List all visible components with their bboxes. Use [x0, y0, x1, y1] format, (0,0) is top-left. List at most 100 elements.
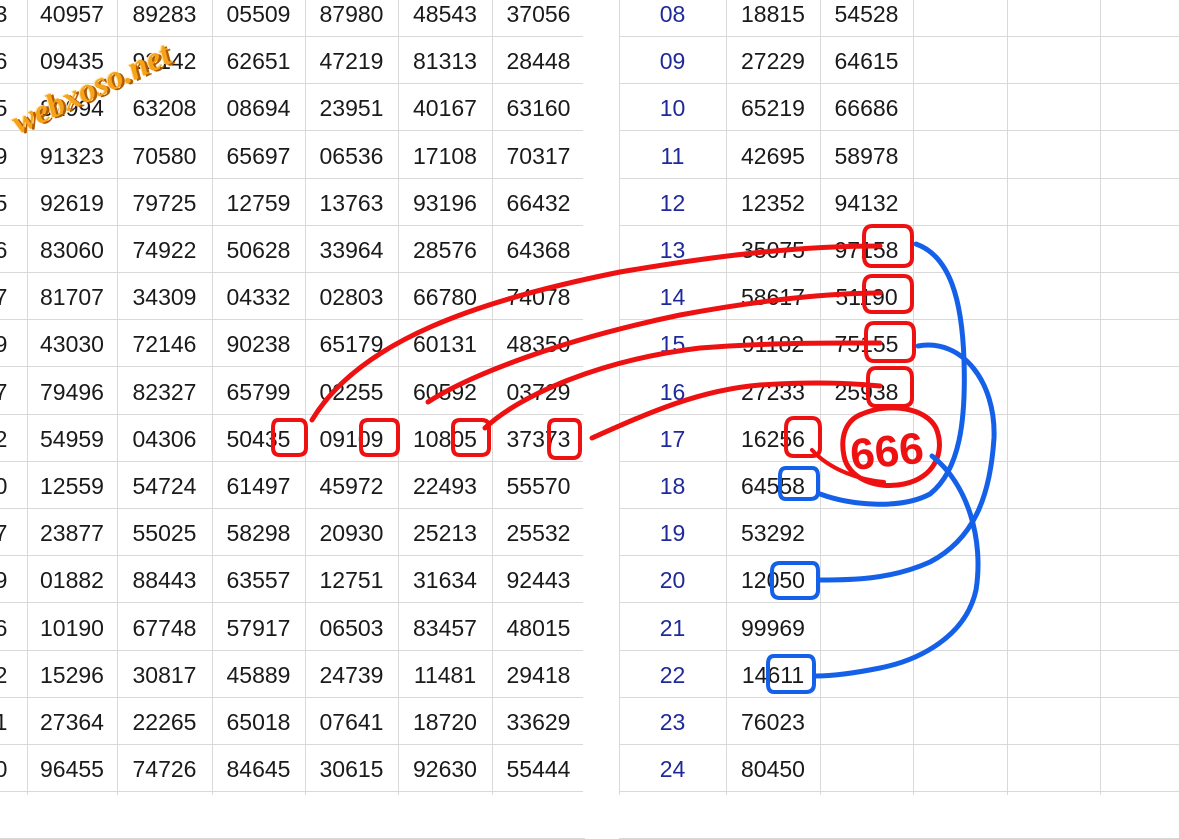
- table-cell: 12759: [226, 189, 291, 216]
- day-cell: 12: [659, 189, 686, 216]
- table-cell: 63557: [226, 567, 291, 594]
- table-cell: 66780: [413, 284, 477, 311]
- grid-line: [1100, 0, 1101, 795]
- day-cell: 17: [659, 425, 686, 452]
- table-cell: 63160: [506, 95, 571, 122]
- table-cell: 04332: [226, 284, 291, 311]
- table-cell: 60131: [413, 331, 477, 358]
- table-cell: 66432: [506, 189, 571, 216]
- table-cell: 17108: [413, 142, 477, 169]
- table-cell: 88443: [132, 567, 197, 594]
- table-cell: 50435: [226, 425, 291, 452]
- row-label: 6: [0, 614, 8, 641]
- table-cell: 92630: [413, 756, 477, 783]
- row-label: 7: [0, 284, 8, 311]
- table-cell: 02255: [319, 378, 384, 405]
- table-cell: 65799: [226, 378, 291, 405]
- table-cell: 20930: [319, 520, 384, 547]
- table-cell: 30817: [132, 661, 197, 688]
- day-cell: 13: [659, 237, 686, 264]
- table-cell: 96455: [40, 756, 104, 783]
- table-cell: 06503: [319, 614, 384, 641]
- table-cell: [820, 557, 913, 604]
- table-cell: 03729: [506, 378, 571, 405]
- table-cell: 87980: [319, 1, 384, 28]
- row-label: 6: [0, 237, 8, 264]
- table-cell: 33629: [506, 709, 571, 736]
- table-cell: 66686: [834, 95, 899, 122]
- table-cell: 92619: [40, 189, 104, 216]
- row-label: 9: [0, 567, 8, 594]
- table-cell: 65219: [741, 95, 805, 122]
- row-label: 9: [0, 331, 8, 358]
- table-cell: 33964: [319, 237, 384, 264]
- table-cell: 27229: [741, 48, 805, 75]
- row-label: 7: [0, 520, 8, 547]
- table-cell: 67748: [132, 614, 197, 641]
- table-cell: 55025: [132, 520, 197, 547]
- table-cell: 09109: [319, 425, 384, 452]
- day-cell: 14: [659, 284, 686, 311]
- table-cell: 81313: [413, 48, 477, 75]
- table-cell: 64368: [506, 237, 571, 264]
- row-label: 5: [0, 189, 8, 216]
- day-cell: 22: [659, 661, 686, 688]
- table-cell: 08694: [226, 95, 291, 122]
- table-cell: 64615: [834, 48, 899, 75]
- table-cell: 05509: [226, 1, 291, 28]
- table-cell: 58617: [741, 284, 805, 311]
- day-cell: 10: [659, 95, 686, 122]
- table-cell: 14611: [741, 661, 805, 688]
- row-label: 0: [0, 473, 8, 500]
- table-cell: 54528: [834, 1, 899, 28]
- table-cell: 75155: [834, 331, 899, 358]
- table-cell: 07641: [319, 709, 384, 736]
- table-cell: 28448: [506, 48, 571, 75]
- table-cell: 12352: [741, 189, 805, 216]
- table-cell: 29418: [506, 661, 571, 688]
- table-cell: 02803: [319, 284, 384, 311]
- table-cell: 25213: [413, 520, 477, 547]
- table-cell: 23877: [40, 520, 104, 547]
- table-cell: 53292: [741, 520, 805, 547]
- day-cell: 21: [659, 614, 686, 641]
- table-cell: 81707: [40, 284, 104, 311]
- table-cell: 48350: [506, 331, 571, 358]
- table-cell: 58298: [226, 520, 291, 547]
- table-cell: 24739: [319, 661, 384, 688]
- table-cell: 43030: [40, 331, 104, 358]
- table-cell: 54724: [132, 473, 197, 500]
- table-cell: 55444: [506, 756, 571, 783]
- table-cell: 37373: [506, 425, 571, 452]
- grid-line: [1007, 0, 1008, 795]
- table-cell: 48015: [506, 614, 571, 641]
- table-cell: 70317: [506, 142, 571, 169]
- table-cell: 57917: [226, 614, 291, 641]
- table-cell: 97158: [834, 237, 899, 264]
- table-cell: 65697: [226, 142, 291, 169]
- day-cell: 23: [659, 709, 686, 736]
- day-cell: 16: [659, 378, 686, 405]
- day-cell: 18: [659, 473, 686, 500]
- table-cell: 10190: [40, 614, 104, 641]
- table-cell: 01882: [40, 567, 104, 594]
- table-cell: 89283: [132, 1, 197, 28]
- table-cell: [820, 510, 913, 557]
- table-cell: 54959: [40, 425, 104, 452]
- table-cell: 84645: [226, 756, 291, 783]
- table-cell: 94132: [834, 189, 899, 216]
- table-cell: 74726: [132, 756, 197, 783]
- table-cell: 10805: [413, 425, 477, 452]
- table-cell: 22265: [132, 709, 197, 736]
- table-cell: 12559: [40, 473, 104, 500]
- table-cell: 11481: [413, 661, 477, 688]
- table-cell: 58978: [834, 142, 899, 169]
- row-label: 2: [0, 425, 8, 452]
- table-cell: 31634: [413, 567, 477, 594]
- table-cell: 23951: [319, 95, 384, 122]
- table-cell: 70580: [132, 142, 197, 169]
- table-cell: 22493: [413, 473, 477, 500]
- table-cell: 55570: [506, 473, 571, 500]
- row-label: 9: [0, 142, 8, 169]
- table-cell: 65179: [319, 331, 384, 358]
